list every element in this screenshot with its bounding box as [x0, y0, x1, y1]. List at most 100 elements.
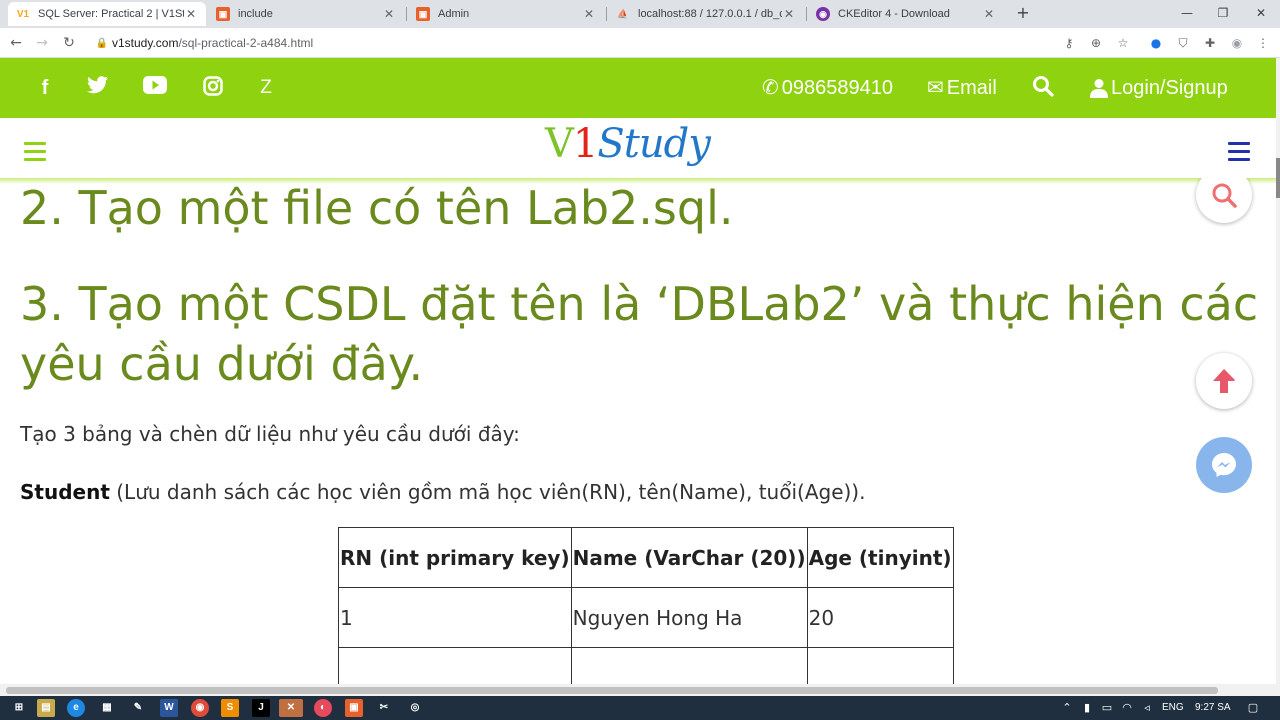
student-table: RN (int primary key) Name (VarChar (20))…	[338, 527, 954, 684]
tools-icon[interactable]: ✂	[375, 699, 393, 717]
zoom-icon[interactable]: ⊕	[1087, 34, 1105, 52]
search-icon	[1033, 76, 1054, 97]
chrome-icon[interactable]: ◉	[191, 699, 209, 717]
article-content: 2. Tạo một file có tên Lab2.sql. 3. Tạo …	[0, 178, 1276, 684]
chevron-up-icon[interactable]: ⌃	[1060, 701, 1074, 715]
close-tab-icon[interactable]: ✕	[382, 7, 396, 21]
url-path: /sql-practical-2-a484.html	[178, 36, 314, 50]
puzzle-extensions-icon[interactable]: ✚	[1201, 34, 1219, 52]
table-row	[338, 647, 954, 684]
store-icon[interactable]: ▦	[98, 699, 116, 717]
close-tab-icon[interactable]: ✕	[582, 7, 596, 21]
ckeditor-favicon-icon: ◉	[816, 7, 830, 21]
forward-arrow-icon[interactable]: →	[32, 33, 52, 53]
v1study-favicon-icon: V1	[16, 8, 30, 20]
clock[interactable]: 9:27 SA	[1195, 701, 1231, 715]
windows-start-icon[interactable]: ⊞	[10, 699, 28, 717]
youtube-icon[interactable]	[143, 76, 167, 100]
login-signup-link[interactable]: Login/Signup	[1090, 75, 1228, 101]
minimize-button[interactable]: —	[1172, 3, 1202, 23]
messenger-icon	[1212, 453, 1236, 477]
horizontal-scrollbar[interactable]	[0, 684, 1280, 696]
phpmyadmin-favicon-icon: ⛵	[617, 8, 629, 19]
table-cell	[338, 647, 572, 684]
code-icon[interactable]: ▣	[345, 699, 363, 717]
tab-phpmyadmin[interactable]: ⛵ localhost:88 / 127.0.0.1 / db_c20 ✕	[608, 2, 804, 26]
app-icon[interactable]: ◐	[314, 699, 332, 717]
zalo-icon[interactable]: Z	[254, 76, 278, 100]
site-search-button[interactable]	[1032, 75, 1054, 97]
close-tab-icon[interactable]: ✕	[782, 7, 796, 21]
jetbrains-icon[interactable]: J	[252, 699, 270, 717]
table-cell: 1	[338, 587, 572, 648]
speaker-icon[interactable]: ◃	[1140, 701, 1154, 715]
app-icon[interactable]: ✎	[129, 699, 147, 717]
new-tab-button[interactable]: +	[1014, 4, 1032, 22]
messenger-chat-button[interactable]	[1196, 437, 1252, 493]
student-desc: (Lưu danh sách các học viên gồm mã học v…	[116, 480, 866, 504]
reload-icon[interactable]: ↻	[59, 33, 79, 53]
xampp-icon[interactable]: ✕	[279, 699, 303, 717]
facebook-icon[interactable]: f	[33, 76, 57, 100]
word-icon[interactable]: W	[160, 699, 178, 717]
shield-icon[interactable]: ⛉	[1174, 34, 1192, 52]
tab-title: include	[238, 8, 273, 20]
site-top-nav: f Z ✆ 0986589410 ✉ Email Login/Signup	[0, 58, 1276, 118]
maximize-button[interactable]: ❐	[1208, 3, 1238, 23]
scrollbar-thumb[interactable]	[1276, 158, 1280, 198]
edge-icon[interactable]: e	[67, 699, 85, 717]
heading-step-3-cont: yêu cầu dưới đây.	[20, 337, 424, 391]
extension-person-icon[interactable]: ●	[1147, 34, 1165, 52]
email-link[interactable]: ✉ Email	[927, 75, 997, 101]
profile-avatar-icon[interactable]: ◉	[1228, 34, 1246, 52]
instagram-icon[interactable]	[201, 76, 225, 100]
student-label: Student	[20, 480, 110, 504]
tab-divider	[806, 7, 807, 21]
search-icon	[1212, 183, 1237, 208]
tab-sql-practical[interactable]: V1 SQL Server: Practical 2 | V1Study ✕	[8, 2, 206, 26]
url-host: v1study.com	[112, 36, 179, 50]
tab-title: CKEditor 4 - Download	[838, 8, 950, 20]
site-header: V1Study	[0, 118, 1276, 184]
vertical-scrollbar[interactable]	[1276, 58, 1280, 684]
notification-icon[interactable]: ▢	[1246, 701, 1260, 715]
scrollbar-thumb[interactable]	[6, 687, 1218, 694]
user-icon	[1090, 79, 1108, 98]
tab-admin[interactable]: ▣ Admin ✕	[408, 2, 604, 26]
close-tab-icon[interactable]: ✕	[982, 7, 996, 21]
tab-title: SQL Server: Practical 2 | V1Study	[38, 8, 184, 20]
menu-kebab-icon[interactable]: ⋮	[1254, 34, 1272, 52]
language-indicator[interactable]: ENG	[1162, 701, 1184, 715]
site-logo[interactable]: V1Study	[545, 120, 711, 168]
wifi-icon[interactable]: ◠	[1120, 701, 1134, 715]
table-cell	[806, 647, 954, 684]
right-menu-icon[interactable]	[1228, 142, 1250, 162]
tab-include[interactable]: ▣ include ✕	[208, 2, 404, 26]
intro-paragraph: Tạo 3 bảng và chèn dữ liệu như yêu cầu d…	[20, 422, 520, 446]
file-explorer-icon[interactable]: ▤	[37, 699, 55, 717]
close-window-button[interactable]: ✕	[1246, 3, 1276, 23]
phone-link[interactable]: ✆ 0986589410	[762, 75, 893, 101]
tab-divider	[406, 7, 407, 21]
scroll-to-top-button[interactable]	[1196, 353, 1252, 409]
sublime-icon[interactable]: S	[221, 699, 239, 717]
tab-ckeditor[interactable]: ◉ CKEditor 4 - Download ✕	[808, 2, 1004, 26]
code-favicon-icon: ▣	[216, 7, 230, 21]
twitter-icon[interactable]	[86, 76, 110, 100]
key-icon[interactable]: ⚷	[1060, 34, 1078, 52]
envelope-icon: ✉	[927, 77, 944, 99]
close-tab-icon[interactable]: ✕	[184, 7, 198, 21]
heading-step-3: 3. Tạo một CSDL đặt tên là ‘DBLab2’ và t…	[20, 277, 1259, 331]
column-header: Name (VarChar (20))	[570, 527, 808, 588]
address-bar[interactable]: 🔒 v1study.com/sql-practical-2-a484.html	[92, 31, 1142, 55]
battery-icon[interactable]: ▭	[1100, 701, 1114, 715]
obs-icon[interactable]: ◎	[406, 699, 424, 717]
bookmark-star-icon[interactable]: ☆	[1114, 34, 1132, 52]
back-arrow-icon[interactable]: ←	[6, 33, 26, 53]
code-favicon-icon: ▣	[416, 7, 430, 21]
column-header: Age (tinyint)	[806, 527, 954, 588]
microphone-icon[interactable]: ▮	[1080, 701, 1094, 715]
left-menu-icon[interactable]	[24, 142, 46, 162]
floating-search-button[interactable]	[1196, 178, 1252, 223]
browser-toolbar: ← → ↻ 🔒 v1study.com/sql-practical-2-a484…	[0, 28, 1280, 58]
